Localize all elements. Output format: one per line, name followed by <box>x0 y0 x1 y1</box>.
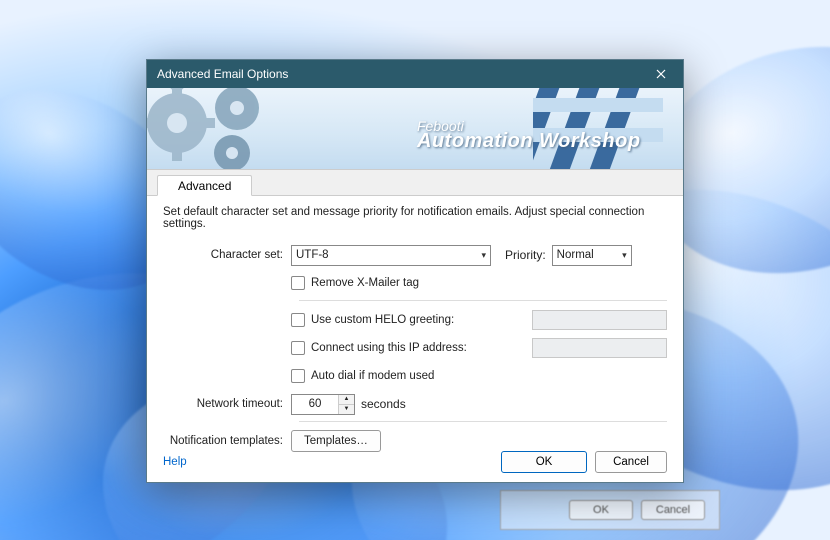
ghost-ok-button: OK <box>569 500 633 520</box>
chevron-down-icon: ▾ <box>622 250 627 261</box>
content-area: Set default character set and message pr… <box>147 196 683 452</box>
timeout-value: 60 <box>292 398 338 410</box>
dialog-footer: Help OK Cancel <box>147 442 683 482</box>
separator <box>299 300 667 301</box>
remove-xmailer-label: Remove X-Mailer tag <box>311 277 419 289</box>
timeout-spinner[interactable]: 60 ▲ ▼ <box>291 394 355 415</box>
ip-input <box>532 338 667 358</box>
brand-title: Automation Workshop <box>417 130 641 153</box>
advanced-email-options-dialog: Advanced Email Options <box>146 59 684 483</box>
ghost-cancel-button: Cancel <box>641 500 705 520</box>
gears-icon <box>147 88 307 170</box>
close-button[interactable] <box>647 64 675 84</box>
checkbox-icon <box>291 313 305 327</box>
separator <box>299 421 667 422</box>
charset-dropdown[interactable]: UTF-8 ▾ <box>291 245 491 266</box>
spinner-up-icon[interactable]: ▲ <box>339 395 354 405</box>
background-dialog: OK Cancel <box>500 490 720 530</box>
remove-xmailer-checkbox[interactable]: Remove X-Mailer tag <box>291 276 419 290</box>
ok-button[interactable]: OK <box>501 451 587 473</box>
checkbox-icon <box>291 369 305 383</box>
priority-value: Normal <box>557 249 594 261</box>
connect-ip-label: Connect using this IP address: <box>311 342 467 354</box>
helo-input <box>532 310 667 330</box>
connect-ip-checkbox[interactable]: Connect using this IP address: <box>291 341 467 355</box>
description-text: Set default character set and message pr… <box>163 206 667 230</box>
banner: Febooti Automation Workshop <box>147 88 683 170</box>
charset-value: UTF-8 <box>296 249 329 261</box>
use-helo-label: Use custom HELO greeting: <box>311 314 454 326</box>
cancel-button[interactable]: Cancel <box>595 451 667 473</box>
priority-dropdown[interactable]: Normal ▾ <box>552 245 632 266</box>
seconds-label: seconds <box>361 397 406 411</box>
tab-advanced[interactable]: Advanced <box>157 175 252 196</box>
priority-label: Priority: <box>505 248 546 262</box>
network-timeout-label: Network timeout: <box>163 398 291 410</box>
checkbox-icon <box>291 276 305 290</box>
chevron-down-icon: ▾ <box>481 250 486 261</box>
help-link[interactable]: Help <box>163 456 187 468</box>
brand-text: Febooti Automation Workshop <box>417 118 641 153</box>
titlebar[interactable]: Advanced Email Options <box>147 60 683 88</box>
desktop-background: OK Cancel Advanced Email Options <box>0 0 830 540</box>
charset-label: Character set: <box>163 249 291 261</box>
checkbox-icon <box>291 341 305 355</box>
tab-strip: Advanced <box>147 170 683 196</box>
use-helo-checkbox[interactable]: Use custom HELO greeting: <box>291 313 454 327</box>
auto-dial-checkbox[interactable]: Auto dial if modem used <box>291 369 434 383</box>
spinner-down-icon[interactable]: ▼ <box>339 405 354 414</box>
window-title: Advanced Email Options <box>157 67 647 81</box>
auto-dial-label: Auto dial if modem used <box>311 370 434 382</box>
close-icon <box>656 69 666 79</box>
